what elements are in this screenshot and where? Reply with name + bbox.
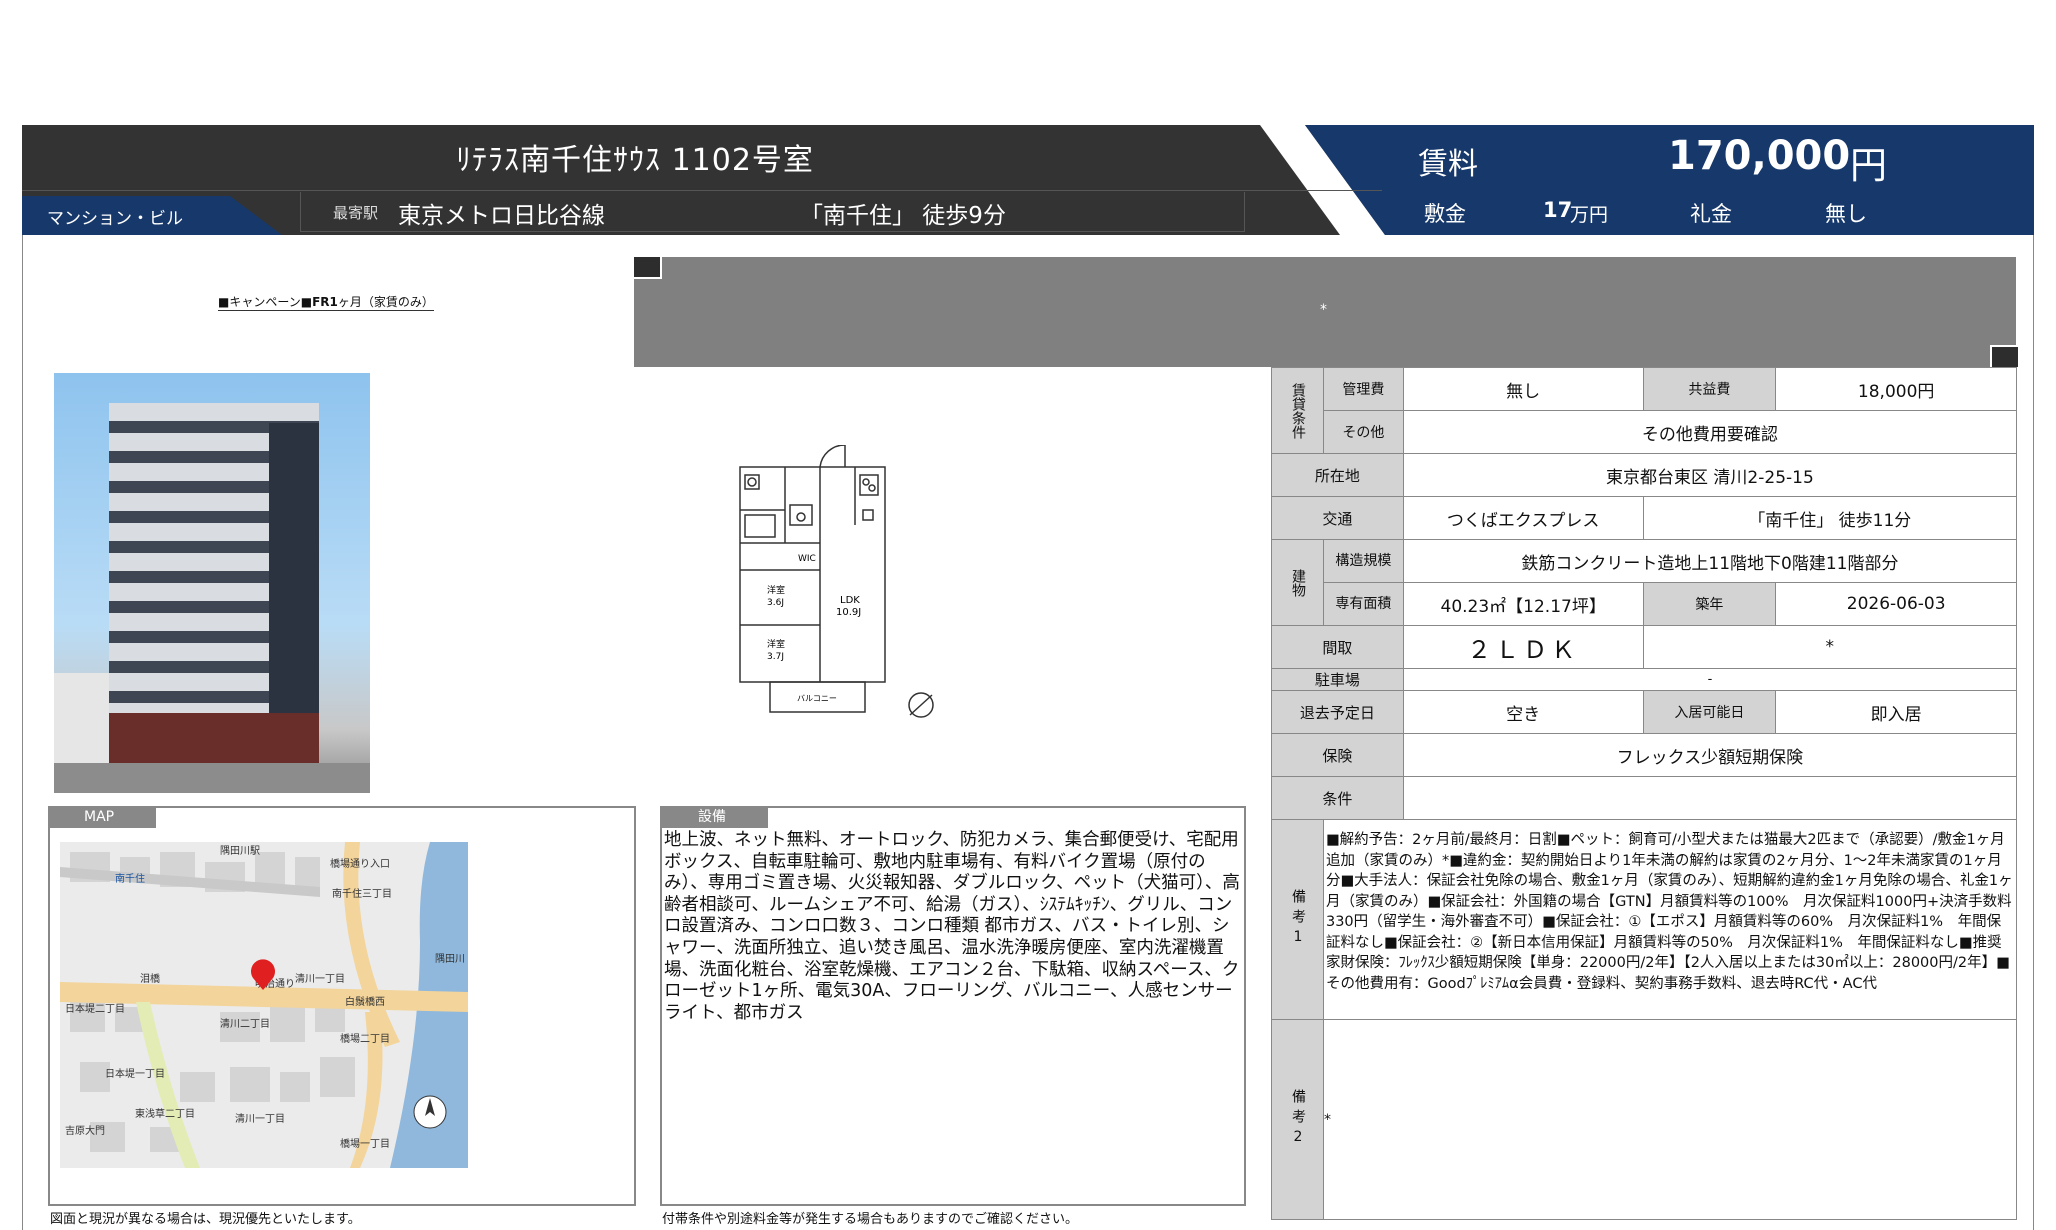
balcony-label: バルコニー [797, 694, 837, 703]
parking-value: - [1402, 668, 2018, 691]
rent-label: 賃料 [1418, 147, 1478, 182]
note2-value: * [1322, 1019, 2018, 1220]
other-value: その他費用要確認 [1402, 410, 2018, 454]
rent-unit: 円 [1850, 144, 1887, 187]
station-walk: 「南千住」 徒歩9分 [800, 203, 1006, 229]
floor-plan: WIC 洋室 3.6J 洋室 3.7J LDK 10.9J バルコニー [739, 445, 934, 718]
banner-corner [1990, 345, 2018, 367]
building-label: 建物 [1271, 539, 1324, 626]
map-label: 清川一丁目 [295, 972, 345, 985]
layout-extra: * [1642, 625, 2018, 669]
area-value: 40.23㎡【12.17坪】 [1402, 582, 1644, 626]
map-label: 東浅草二丁目 [135, 1107, 195, 1120]
equipment-tab: 設備 [660, 806, 768, 828]
equipment-text: 地上波、ネット無料、オートロック、防犯カメラ、集合郵便受け、宅配用ボックス、自転… [664, 830, 1240, 1023]
wic-label: WIC [798, 554, 816, 564]
map-label: 南千住三丁目 [332, 887, 392, 900]
note1-label: 備考1 [1271, 819, 1324, 1020]
map-label: 橋場通り入口 [330, 857, 390, 870]
rent-value: 170,000 [1668, 133, 1851, 179]
layout-label: 間取 [1271, 625, 1404, 669]
room2-label: 洋室 [767, 638, 785, 650]
header-divider-line [22, 190, 1382, 191]
deposit-unit: 万円 [1570, 204, 1609, 226]
map-label: 橋場一丁目 [340, 1137, 390, 1150]
map-label: 隅田川駅 [220, 845, 260, 857]
map-label: 吉原大門 [65, 1124, 105, 1137]
note2-label: 備考2 [1271, 1019, 1324, 1220]
transport-label: 交通 [1271, 496, 1404, 540]
insurance-label: 保険 [1271, 733, 1404, 777]
insurance-value: フレックス少額短期保険 [1402, 733, 2018, 777]
common-label: 共益費 [1642, 367, 1777, 411]
address-label: 所在地 [1271, 453, 1404, 497]
other-label: その他 [1322, 410, 1404, 454]
key-money-value: 無し [1825, 202, 1867, 226]
ldk-label: LDK [840, 595, 860, 606]
age-label: 築年 [1642, 582, 1777, 626]
map-label: 泪橋 [140, 972, 160, 985]
map-label: 隅田川 [435, 953, 465, 965]
vacate-value: 空き [1402, 690, 1644, 734]
campaign-text: ■キャンペーン■FR1ヶ月（家賃のみ） [218, 293, 434, 311]
station-line: 東京メトロ日比谷線 [398, 203, 605, 229]
transport-walk: 「南千住」 徒歩11分 [1642, 496, 2018, 540]
area-label: 専有面積 [1322, 582, 1404, 626]
campaign-suffix: ヶ月（家賃のみ） [337, 295, 434, 309]
address-value: 東京都台東区 清川2-25-15 [1402, 453, 2018, 497]
key-money-label: 礼金 [1690, 202, 1732, 226]
map-label: 日本堤二丁目 [65, 1002, 125, 1015]
vacate-label: 退去予定日 [1271, 690, 1404, 734]
building-photo [54, 373, 370, 793]
map-note: 図面と現況が異なる場合は、現況優先といたします。 [50, 1212, 361, 1227]
movein-label: 入居可能日 [1642, 690, 1777, 734]
mgmt-value: 無し [1402, 367, 1644, 411]
age-value: 2026-06-03 [1775, 582, 2017, 626]
deposit-value: 17 [1543, 198, 1573, 222]
map-label: 橋場二丁目 [340, 1032, 390, 1045]
map-label: 南千住 [115, 872, 145, 885]
spec-table: 賃貸条件 管理費 無し 共益費 18,000円 その他 その他費用要確認 所在地… [1271, 367, 2018, 1220]
map-label: 清川二丁目 [220, 1017, 270, 1030]
movein-value: 即入居 [1775, 690, 2017, 734]
map-label: 白鬚橋西 [345, 995, 385, 1008]
room1-label: 洋室 [767, 584, 785, 596]
room2-size: 3.7J [767, 652, 784, 662]
deposit-label: 敷金 [1424, 202, 1466, 226]
cond-label: 賃貸条件 [1271, 367, 1324, 454]
map-label: 日本堤一丁目 [105, 1067, 165, 1080]
property-title: ﾘﾃﾗｽ南千住ｻｳｽ 1102号室 [456, 143, 814, 178]
map-tab: MAP [48, 806, 156, 828]
map-image[interactable]: 隅田川駅 南千住 橋場通り入口 南千住三丁目 明治通り 清川一丁目 泪橋 日本堤… [60, 842, 468, 1168]
banner-star: * [1320, 302, 1327, 318]
campaign-prefix: ■キャンペーン■ [218, 295, 313, 309]
note1-value: ■解約予告：2ヶ月前/最終月：日割■ペット：飼育可/小型犬または猫最大2匹まで（… [1322, 819, 2018, 1020]
structure-label: 構造規模 [1322, 539, 1404, 583]
parking-label: 駐車場 [1271, 668, 1404, 691]
structure-value: 鉄筋コンクリート造地上11階地下0階建11階部分 [1402, 539, 2018, 583]
map-label: 清川一丁目 [235, 1112, 285, 1125]
property-type: マンション・ビル [47, 209, 183, 229]
ldk-size: 10.9J [836, 607, 861, 618]
layout-value: ２ＬＤＫ [1402, 625, 1644, 669]
banner-corner [634, 257, 662, 279]
common-value: 18,000円 [1775, 367, 2017, 411]
transport-line: つくばエクスプレス [1402, 496, 1644, 540]
conditions-label: 条件 [1271, 776, 1404, 820]
conditions-value [1402, 776, 2018, 820]
station-label: 最寄駅 [333, 204, 379, 222]
campaign-bold: FR1 [312, 295, 338, 309]
mgmt-label: 管理費 [1322, 367, 1404, 411]
equipment-note: 付帯条件や別途料金等が発生する場合もありますのでご確認ください。 [662, 1212, 1079, 1227]
room1-size: 3.6J [767, 598, 784, 608]
